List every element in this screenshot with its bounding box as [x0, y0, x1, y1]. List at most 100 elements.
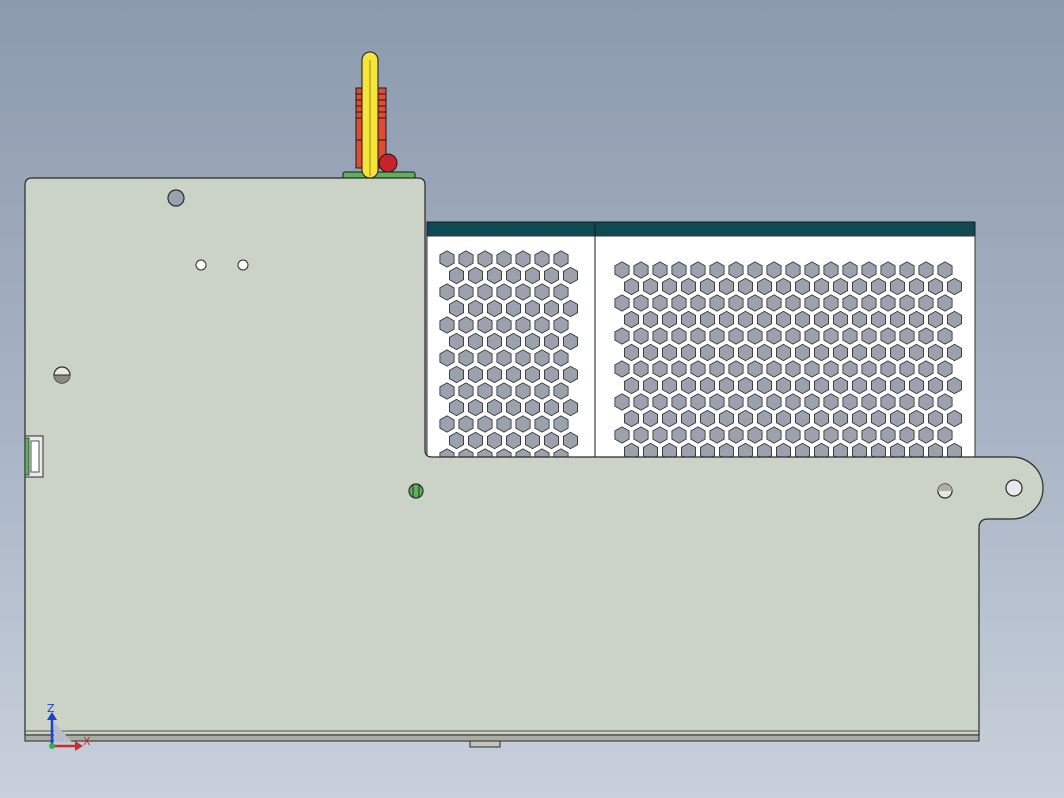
screw-head-right[interactable] [937, 483, 953, 499]
green-screw[interactable] [408, 483, 424, 499]
hex-hole [700, 376, 715, 395]
hex-hole [890, 376, 905, 395]
hex-hole [728, 426, 744, 444]
hex-hole [505, 266, 521, 285]
hex-hole [700, 343, 715, 362]
hex-hole [852, 310, 867, 329]
hex-hole [871, 343, 886, 362]
hex-hole [795, 409, 810, 428]
hex-hole [719, 409, 734, 428]
hex-hole [525, 332, 540, 351]
hex-hole [477, 250, 493, 268]
hex-hole [747, 360, 763, 378]
hex-hole [652, 327, 668, 345]
hex-hole [671, 393, 687, 411]
part-drawing[interactable]: Z X [0, 0, 1064, 798]
hex-hole [700, 310, 715, 329]
hex-hole [814, 277, 829, 296]
mount-hole[interactable] [167, 189, 185, 207]
hex-hole [747, 426, 763, 444]
hex-hole [643, 310, 658, 329]
hex-hole [757, 376, 772, 395]
lever-handle[interactable] [342, 51, 416, 181]
hex-hole [486, 365, 503, 384]
handle-knob[interactable] [378, 153, 398, 173]
hex-hole [671, 261, 687, 279]
hex-hole [747, 261, 763, 279]
hex-hole [544, 431, 559, 450]
hex-hole [614, 294, 630, 312]
hex-hole [515, 349, 531, 367]
cad-viewport[interactable]: Z X [0, 0, 1064, 798]
hex-hole [515, 316, 531, 334]
hex-hole [671, 426, 687, 444]
ventilation-grille[interactable] [426, 221, 976, 465]
hex-hole [467, 332, 484, 351]
hex-hole [553, 382, 569, 400]
hex-hole [458, 382, 474, 400]
hex-hole [823, 261, 839, 279]
hex-hole [652, 294, 668, 312]
hex-hole [496, 349, 512, 367]
hex-hole [633, 261, 649, 279]
hex-hole [947, 343, 962, 362]
pin-hole[interactable] [237, 259, 249, 271]
hex-hole [671, 327, 687, 345]
hex-hole [477, 415, 493, 433]
tab-hole[interactable] [1005, 479, 1023, 497]
hex-hole [842, 327, 858, 345]
hex-hole [757, 343, 772, 362]
hex-hole [662, 409, 677, 428]
hex-hole [439, 250, 455, 268]
hex-hole [937, 294, 953, 312]
hex-hole [861, 393, 877, 411]
hex-hole [804, 393, 820, 411]
hex-hole [861, 426, 877, 444]
hex-hole [614, 360, 630, 378]
hex-hole [871, 277, 886, 296]
side-latch[interactable] [24, 435, 44, 478]
hex-hole [458, 250, 474, 268]
hex-hole [525, 299, 540, 318]
hex-hole [671, 294, 687, 312]
hex-hole [486, 299, 503, 318]
hex-hole [890, 310, 905, 329]
hex-hole [563, 299, 578, 318]
hex-hole [823, 360, 839, 378]
hex-hole [852, 343, 867, 362]
hex-hole [795, 310, 810, 329]
hex-hole [928, 343, 943, 362]
hex-hole [880, 294, 896, 312]
hex-hole [719, 376, 734, 395]
hex-hole [823, 294, 839, 312]
hex-hole [909, 376, 924, 395]
hex-hole [719, 310, 734, 329]
hex-hole [467, 365, 484, 384]
hex-hole [563, 431, 578, 450]
pin-hole[interactable] [195, 259, 207, 271]
hex-hole [738, 376, 753, 395]
hex-hole [439, 316, 455, 334]
hex-hole [804, 360, 820, 378]
hex-hole [614, 261, 630, 279]
hex-hole [505, 398, 521, 417]
hex-hole [681, 343, 696, 362]
hex-hole [643, 343, 658, 362]
hex-hole [652, 360, 668, 378]
hex-hole [928, 277, 943, 296]
hex-hole [861, 327, 877, 345]
hex-hole [833, 409, 848, 428]
hex-hole [833, 343, 848, 362]
hex-hole [633, 360, 649, 378]
hex-hole [643, 376, 658, 395]
hex-hole [766, 327, 782, 345]
hex-hole [814, 343, 829, 362]
hex-hole [496, 283, 512, 301]
hex-hole [757, 409, 772, 428]
hex-hole [918, 327, 934, 345]
screw-head-left[interactable] [53, 366, 71, 384]
hex-hole [728, 360, 744, 378]
hex-hole [633, 426, 649, 444]
hex-hole [861, 261, 877, 279]
hex-hole [525, 398, 540, 417]
